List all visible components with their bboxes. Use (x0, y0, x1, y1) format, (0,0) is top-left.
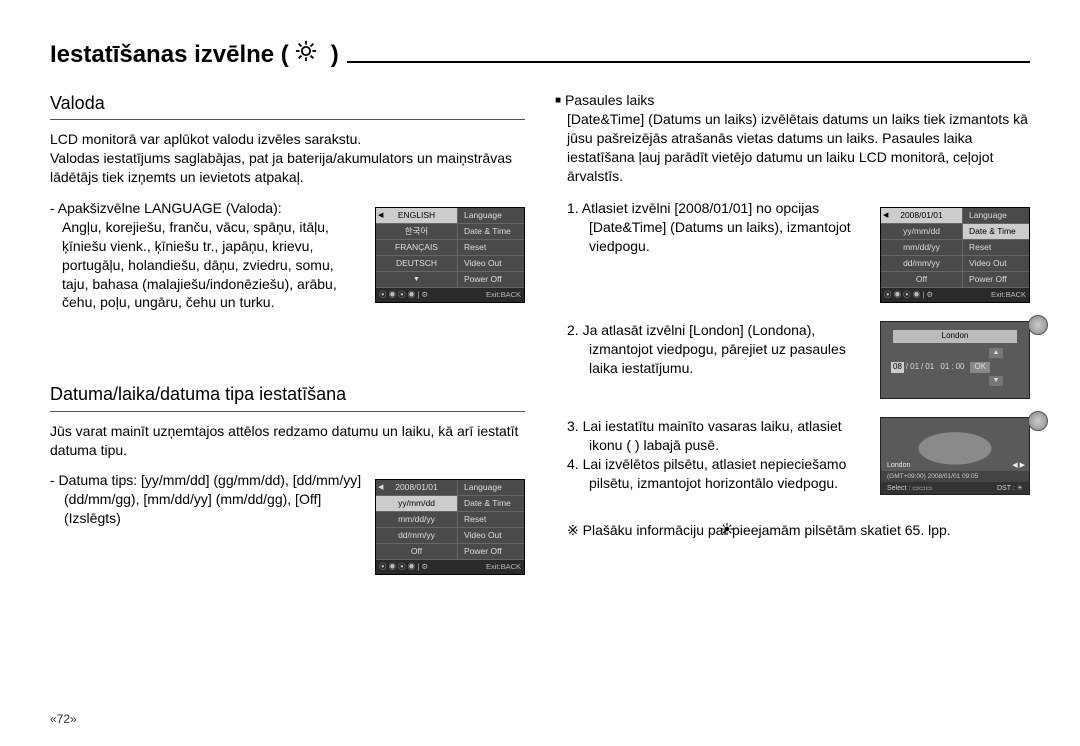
gear-icon (295, 40, 317, 69)
osd-menu-reset: Reset (458, 240, 524, 256)
step-3: 3. Lai iestatītu mainīto vasaras laiku, … (567, 417, 868, 455)
step-2: 2. Ja atlasāt izvēlni [London] (Londona)… (567, 321, 868, 378)
dt-min: 00 (956, 362, 965, 373)
osd-menu-power: Power Off (458, 272, 524, 288)
heading-date: Datuma/laika/datuma tipa iestatīšana (50, 382, 525, 411)
date-type-list: - Datuma tips: [yy/mm/dd] (gg/mm/dd), [d… (50, 471, 363, 528)
osd-exit: Exit:BACK (486, 290, 521, 300)
osd-wt-opt5: Off (881, 272, 963, 288)
osd-wt-menu2: Date & Time (963, 224, 1029, 240)
osd-date-opt3: mm/dd/yy (376, 512, 458, 528)
osd-icons: ⦿ ◉ ⦿ ◉ | ⚙ (379, 290, 428, 300)
page-title: Iestatīšanas izvēlne ( ) (50, 40, 1030, 75)
osd-icons3: ⦿ ◉ ⦿ ◉ | ⚙ (884, 290, 933, 300)
dt-dd: 01 (925, 362, 934, 373)
date-input-row: 08/ 01/ 01 01: 00 OK (891, 362, 990, 373)
dt-mm: 01 (910, 362, 919, 373)
osd-lang-opt4: DEUTSCH (376, 256, 458, 272)
osd-exit3: Exit:BACK (991, 290, 1026, 300)
osd-date-menu3: Reset (458, 512, 524, 528)
valoda-p2: Valodas iestatījums saglabājas, pat ja b… (50, 149, 525, 187)
date-p1: Jūs varat mainīt uzņemtajos attēlos redz… (50, 422, 525, 460)
osd-date-menu2: Date & Time (458, 496, 524, 512)
map-london-label: London (887, 461, 910, 470)
title-text: Iestatīšanas izvēlne ( (50, 41, 289, 69)
heading-valoda: Valoda (50, 91, 525, 120)
step-4: 4. Lai izvēlētos pilsētu, atlasiet nepie… (567, 455, 868, 493)
osd-date-menu5: Power Off (458, 544, 524, 560)
right-column: ■ Pasaules laiks [Date&Time] (Datums un … (555, 91, 1030, 583)
dt-hh: 01 (940, 362, 949, 373)
osd-lang-opt1: ENGLISH (398, 210, 435, 221)
osd-wt-opt2: yy/mm/dd (881, 224, 963, 240)
london-label: London (893, 330, 1017, 343)
osd-menu-datetime: Date & Time (458, 224, 524, 240)
languages-list: Angļu, korejiešu, franču, vācu, spāņu, i… (62, 218, 363, 312)
osd-wt-opt1: 2008/01/01 (900, 210, 943, 221)
osd-date-opt2: yy/mm/dd (376, 496, 458, 512)
gmt-label: (GMT+09:00) 2008/01/01 09:05 (887, 473, 978, 482)
osd-date: ◀2008/01/01Language yy/mm/ddDate & Time … (375, 479, 525, 575)
osd-exit2: Exit:BACK (486, 562, 521, 572)
valoda-p1: LCD monitorā var aplūkot valodu izvēles … (50, 130, 525, 149)
dial-icon (1028, 315, 1048, 335)
world-time-heading: ■ Pasaules laiks (555, 91, 1030, 110)
osd-date-opt4: dd/mm/yy (376, 528, 458, 544)
dst-label: DST : (997, 485, 1015, 492)
osd-lang-opt3: FRANÇAIS (376, 240, 458, 256)
left-column: Valoda LCD monitorā var aplūkot valodu i… (50, 91, 525, 583)
osd-wt-opt3: mm/dd/yy (881, 240, 963, 256)
panel-world-map: London ◀▶ (GMT+09:00) 2008/01/01 09:05 S… (880, 417, 1030, 495)
up-arrow-icon: ▲ (989, 348, 1003, 358)
title-rule (347, 61, 1030, 63)
ok-button: OK (970, 362, 990, 373)
map-arrows: ◀▶ (1012, 461, 1025, 470)
footnote: ※ Plašāku informāciju par pieejamām pils… (567, 521, 1030, 540)
page-number: «72» (50, 712, 77, 726)
select-label: Select : (887, 485, 910, 492)
title-close: ) (331, 41, 339, 69)
osd-date-opt1: 2008/01/01 (395, 482, 438, 493)
osd-wt-menu5: Power Off (963, 272, 1029, 288)
osd-wt-menu3: Reset (963, 240, 1029, 256)
osd-worldtime: ◀2008/01/01Language yy/mm/ddDate & Time … (880, 207, 1030, 303)
submenu-label: - Apakšizvēlne LANGUAGE (Valoda): (50, 199, 363, 218)
osd-date-opt5: Off (376, 544, 458, 560)
osd-date-menu1: Language (458, 480, 524, 496)
osd-language: ◀ENGLISHLanguage 한국어Date & Time FRANÇAIS… (375, 207, 525, 303)
world-time-intro: [Date&Time] (Datums un laiks) izvēlētais… (567, 110, 1030, 186)
osd-wt-menu1: Language (963, 208, 1029, 224)
osd-lang-opt2: 한국어 (376, 224, 458, 240)
sun-icon (720, 522, 734, 536)
osd-date-menu4: Video Out (458, 528, 524, 544)
dt-yy: 08 (891, 362, 904, 373)
osd-menu-video: Video Out (458, 256, 524, 272)
down-arrow-icon: ▼ (989, 376, 1003, 386)
osd-icons2: ⦿ ◉ ⦿ ◉ | ⚙ (379, 562, 428, 572)
osd-menu-language: Language (458, 208, 524, 224)
osd-wt-opt4: dd/mm/yy (881, 256, 963, 272)
osd-wt-menu4: Video Out (963, 256, 1029, 272)
panel-london-input: London ▲ 08/ 01/ 01 01: 00 OK ▼ (880, 321, 1030, 399)
dial-icon-2 (1028, 411, 1048, 431)
step-1: 1. Atlasiet izvēlni [2008/01/01] no opci… (567, 199, 868, 256)
